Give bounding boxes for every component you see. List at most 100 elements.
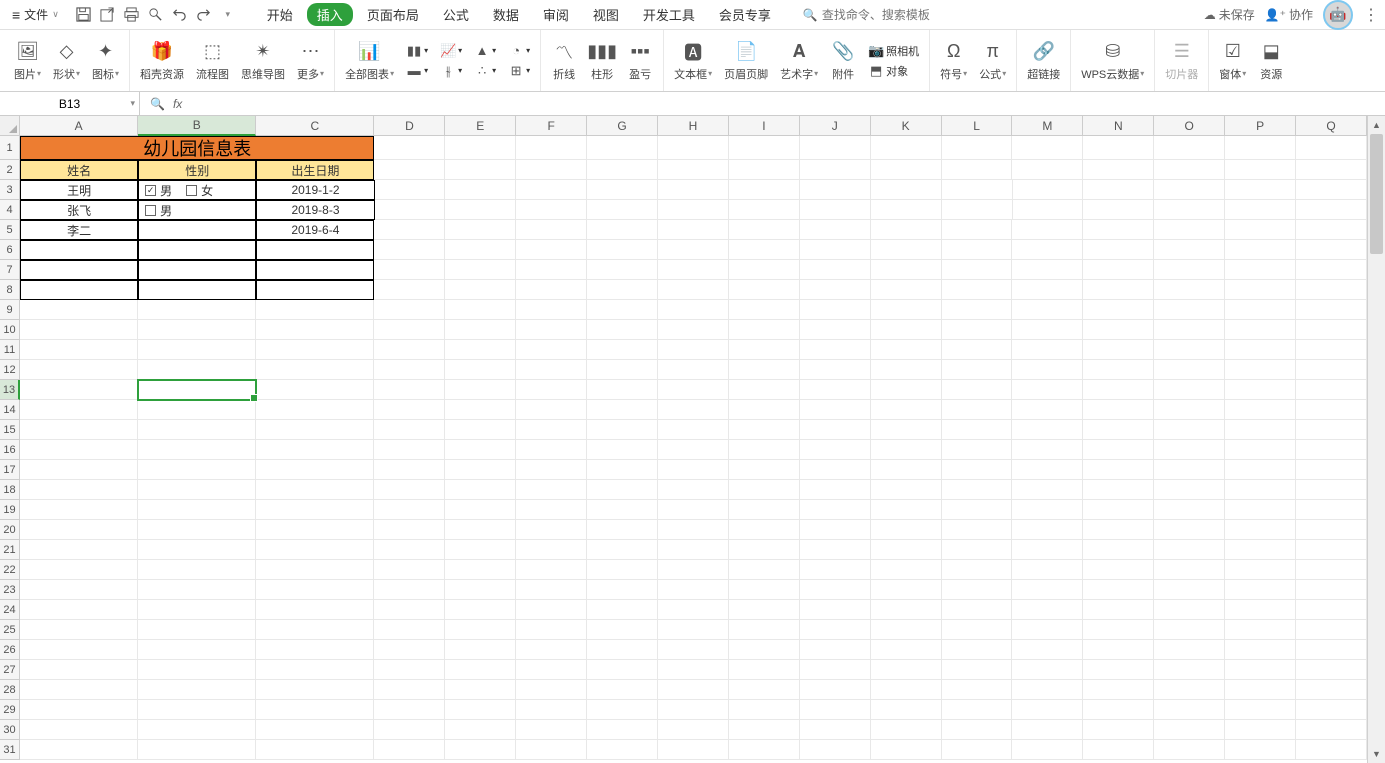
cell-A12[interactable] — [20, 360, 138, 380]
cell-E31[interactable] — [445, 740, 516, 760]
cell-G13[interactable] — [587, 380, 658, 400]
cell-I21[interactable] — [729, 540, 800, 560]
sparkline-button[interactable]: 〽折线 — [549, 38, 579, 84]
cell-F2[interactable] — [516, 160, 587, 180]
cell-D15[interactable] — [374, 420, 445, 440]
row-header-8[interactable]: 8 — [0, 280, 20, 300]
cell-M18[interactable] — [1012, 480, 1083, 500]
cell-M16[interactable] — [1012, 440, 1083, 460]
cell-A21[interactable] — [20, 540, 138, 560]
cell-H7[interactable] — [658, 260, 729, 280]
cell-C3[interactable]: 2019-1-2 — [256, 180, 374, 200]
row-header-20[interactable]: 20 — [0, 520, 20, 540]
cell-B8[interactable] — [138, 280, 256, 300]
all-charts-button[interactable]: 📊全部图表▾ — [343, 38, 396, 84]
save-as-icon[interactable] — [99, 6, 117, 24]
cell-L8[interactable] — [942, 280, 1013, 300]
cell-H8[interactable] — [658, 280, 729, 300]
cell-F16[interactable] — [516, 440, 587, 460]
cell-A24[interactable] — [20, 600, 138, 620]
cell-E26[interactable] — [445, 640, 516, 660]
row-header-5[interactable]: 5 — [0, 220, 20, 240]
cell-L25[interactable] — [942, 620, 1013, 640]
tab-page-layout[interactable]: 页面布局 — [357, 2, 429, 27]
cell-C26[interactable] — [256, 640, 374, 660]
cell-J20[interactable] — [800, 520, 871, 540]
cell-G10[interactable] — [587, 320, 658, 340]
cell-L1[interactable] — [942, 136, 1013, 160]
flowchart-button[interactable]: ⬚流程图 — [194, 38, 231, 84]
column-header-I[interactable]: I — [729, 116, 800, 136]
tab-view[interactable]: 视图 — [583, 2, 629, 27]
cell-K6[interactable] — [871, 240, 942, 260]
cell-O29[interactable] — [1154, 700, 1225, 720]
cell-K2[interactable] — [871, 160, 942, 180]
cell-P10[interactable] — [1225, 320, 1296, 340]
cell-K29[interactable] — [871, 700, 942, 720]
cell-A30[interactable] — [20, 720, 138, 740]
combo-chart-small[interactable]: ⊞▾ — [506, 62, 532, 80]
cell-B5[interactable] — [138, 220, 256, 240]
cell-M13[interactable] — [1012, 380, 1083, 400]
cell-H11[interactable] — [658, 340, 729, 360]
cell-K24[interactable] — [871, 600, 942, 620]
cell-B2[interactable]: 性别 — [138, 160, 256, 180]
cell-O10[interactable] — [1154, 320, 1225, 340]
cell-E3[interactable] — [445, 180, 516, 200]
cell-O15[interactable] — [1154, 420, 1225, 440]
cell-E17[interactable] — [445, 460, 516, 480]
cell-B6[interactable] — [138, 240, 256, 260]
cell-M27[interactable] — [1012, 660, 1083, 680]
cell-J24[interactable] — [800, 600, 871, 620]
cell-D21[interactable] — [374, 540, 445, 560]
cell-C23[interactable] — [256, 580, 374, 600]
cell-I8[interactable] — [729, 280, 800, 300]
cell-L21[interactable] — [942, 540, 1013, 560]
cell-E23[interactable] — [445, 580, 516, 600]
cell-K9[interactable] — [871, 300, 942, 320]
cell-E11[interactable] — [445, 340, 516, 360]
cell-E12[interactable] — [445, 360, 516, 380]
cell-D2[interactable] — [374, 160, 445, 180]
cell-M5[interactable] — [1012, 220, 1083, 240]
cell-D26[interactable] — [374, 640, 445, 660]
cell-C8[interactable] — [256, 280, 374, 300]
cell-M1[interactable] — [1012, 136, 1083, 160]
column-header-C[interactable]: C — [256, 116, 374, 136]
cell-H27[interactable] — [658, 660, 729, 680]
cell-B13[interactable] — [138, 380, 256, 400]
cell-F29[interactable] — [516, 700, 587, 720]
cell-F6[interactable] — [516, 240, 587, 260]
cell-H2[interactable] — [658, 160, 729, 180]
cell-M11[interactable] — [1012, 340, 1083, 360]
checkbox[interactable] — [186, 185, 197, 196]
column-header-N[interactable]: N — [1083, 116, 1154, 136]
cell-A2[interactable]: 姓名 — [20, 160, 138, 180]
cell-A26[interactable] — [20, 640, 138, 660]
cell-B17[interactable] — [138, 460, 256, 480]
cell-Q7[interactable] — [1296, 260, 1367, 280]
cell-G17[interactable] — [587, 460, 658, 480]
row-header-28[interactable]: 28 — [0, 680, 20, 700]
cell-N1[interactable] — [1083, 136, 1154, 160]
cell-E10[interactable] — [445, 320, 516, 340]
cell-A18[interactable] — [20, 480, 138, 500]
cell-I15[interactable] — [729, 420, 800, 440]
cell-O1[interactable] — [1154, 136, 1225, 160]
cell-C14[interactable] — [256, 400, 374, 420]
cell-I17[interactable] — [729, 460, 800, 480]
cell-O24[interactable] — [1154, 600, 1225, 620]
cell-Q12[interactable] — [1296, 360, 1367, 380]
print-preview-icon[interactable] — [147, 6, 165, 24]
cell-F4[interactable] — [516, 200, 587, 220]
cell-K19[interactable] — [871, 500, 942, 520]
cell-A1[interactable]: 幼儿园信息表 — [20, 136, 374, 160]
cell-I16[interactable] — [729, 440, 800, 460]
cell-Q19[interactable] — [1296, 500, 1367, 520]
cell-P13[interactable] — [1225, 380, 1296, 400]
cell-I4[interactable] — [729, 200, 800, 220]
cell-J21[interactable] — [800, 540, 871, 560]
cell-M25[interactable] — [1012, 620, 1083, 640]
cell-K10[interactable] — [871, 320, 942, 340]
cell-K3[interactable] — [871, 180, 942, 200]
